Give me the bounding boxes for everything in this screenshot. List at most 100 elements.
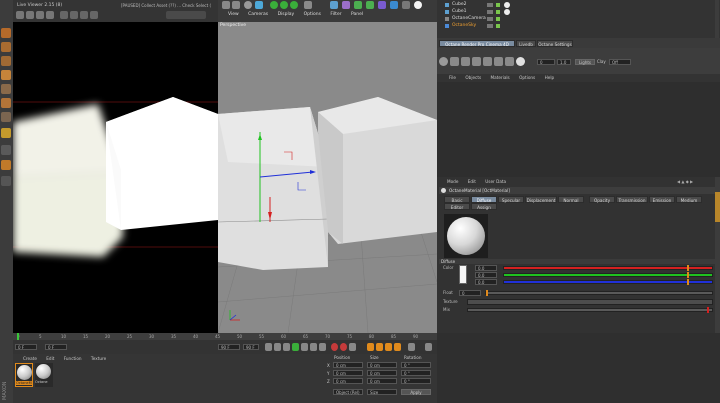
play-icon[interactable] [292, 343, 299, 351]
timeline[interactable]: 0 5 10 15 20 25 30 35 40 45 50 55 60 65 … [13, 333, 437, 340]
record-icon[interactable] [331, 343, 338, 351]
go-start-icon[interactable] [265, 343, 272, 351]
material-tag-icon[interactable] [504, 9, 510, 15]
pause-icon[interactable] [461, 57, 470, 66]
z-axis-icon[interactable] [290, 1, 298, 9]
restart-render-icon[interactable] [26, 11, 34, 19]
size-z-field[interactable]: 0 cm [367, 378, 397, 384]
checkmark-icon[interactable] [496, 3, 500, 7]
coord-mode-dropdown[interactable]: Object (Rel) [333, 389, 363, 395]
material-preview[interactable] [444, 214, 488, 258]
undo-icon[interactable] [222, 1, 230, 9]
visibility-dots-icon[interactable] [487, 24, 493, 28]
camera-icon[interactable] [402, 1, 410, 9]
clay-icon[interactable] [516, 57, 525, 66]
go-end-icon[interactable] [319, 343, 326, 351]
start-frame-field[interactable]: 0 F [15, 344, 37, 350]
tab-opacity[interactable]: Opacity [589, 196, 615, 203]
menu-filter[interactable]: Filter [330, 12, 341, 17]
menu-options[interactable]: Options [304, 12, 321, 17]
menu-user-data[interactable]: User Data [485, 179, 506, 184]
pos-x-field[interactable]: 0 cm [333, 362, 363, 368]
object-row-sky[interactable]: OctaneSky [441, 23, 711, 30]
stop-render-icon[interactable] [46, 11, 54, 19]
axis-mode-icon[interactable] [1, 145, 11, 155]
pos-z-field[interactable]: 0 cm [333, 378, 363, 384]
tab-editor[interactable]: Editor [444, 203, 470, 210]
visibility-dots-icon[interactable] [487, 17, 493, 21]
menu-create[interactable]: Create [23, 356, 37, 361]
object-row-cube1[interactable]: Cube1 [441, 9, 711, 16]
menu-help[interactable]: Help [545, 75, 555, 80]
color-g-field[interactable]: 0.0 [475, 272, 497, 278]
points-mode-icon[interactable] [1, 84, 11, 94]
rotate-tool-icon[interactable] [1, 56, 11, 66]
menu-display[interactable]: Display [278, 12, 295, 17]
nurbs-icon[interactable] [354, 1, 362, 9]
green-slider[interactable] [503, 273, 713, 277]
render-view-icon[interactable] [304, 1, 312, 9]
polygons-mode-icon[interactable] [1, 112, 11, 122]
color-swatch[interactable] [459, 265, 467, 284]
pla-key-icon[interactable] [408, 343, 415, 351]
prev-key-icon[interactable] [274, 343, 281, 351]
nav-arrows[interactable]: ◀ ▲ ◆ ▶ [677, 179, 705, 184]
material-swatch-1[interactable]: OctaneM [15, 363, 33, 387]
autokey-icon[interactable] [340, 343, 347, 351]
picker-icon[interactable] [80, 11, 88, 19]
tab-medium[interactable]: Medium [676, 196, 702, 203]
tab-basic[interactable]: Basic [444, 196, 470, 203]
blue-slider-handle[interactable] [687, 279, 689, 285]
mix-slider[interactable] [467, 308, 713, 312]
edges-mode-icon[interactable] [1, 98, 11, 108]
menu-options[interactable]: Options [519, 75, 535, 80]
move-tool-icon[interactable] [1, 28, 11, 38]
menu-view[interactable]: View [228, 12, 239, 17]
prev-frame-icon[interactable] [283, 343, 290, 351]
menu-file[interactable]: File [449, 75, 456, 80]
mix-slider-handle[interactable] [707, 307, 709, 313]
cube-object-icon[interactable] [330, 1, 338, 9]
clay-dropdown[interactable]: Off [609, 59, 631, 65]
send-icon[interactable] [439, 57, 448, 66]
settings-icon[interactable] [483, 57, 492, 66]
reload-icon[interactable] [450, 57, 459, 66]
checkmark-icon[interactable] [496, 24, 500, 28]
material-swatch-2[interactable]: Octane [35, 363, 53, 387]
scale-tool-icon[interactable] [1, 42, 11, 52]
y-axis-icon[interactable] [280, 1, 288, 9]
green-slider-handle[interactable] [687, 272, 689, 278]
object-row-cube2[interactable]: Cube2 [441, 2, 711, 9]
menu-objects[interactable]: Objects [465, 75, 481, 80]
channel-select-icon[interactable] [166, 11, 206, 19]
x-axis-icon[interactable] [270, 1, 278, 9]
next-key-icon[interactable] [310, 343, 317, 351]
current-frame-field[interactable]: 0 F [45, 344, 67, 350]
region-render-icon[interactable] [60, 11, 68, 19]
size-y-field[interactable]: 0 cm [367, 370, 397, 376]
deformer-icon[interactable] [378, 1, 386, 9]
tab-displacement[interactable]: Displacement [525, 196, 557, 203]
tab-specular[interactable]: Specular [498, 196, 524, 203]
attr-scrollbar[interactable] [715, 177, 720, 333]
checkmark-icon[interactable] [496, 17, 500, 21]
lock-res-icon[interactable] [505, 57, 514, 66]
red-slider-handle[interactable] [687, 265, 689, 271]
tab-normal[interactable]: Normal [558, 196, 584, 203]
menu-panel[interactable]: Panel [351, 12, 363, 17]
menu-edit[interactable]: Edit [46, 356, 54, 361]
zoom-icon[interactable] [90, 11, 98, 19]
model-mode-icon[interactable] [1, 70, 11, 80]
redo-icon[interactable] [232, 1, 240, 9]
next-frame-icon[interactable] [301, 343, 308, 351]
live-viewer-render[interactable] [13, 22, 218, 333]
visibility-dots-icon[interactable] [487, 3, 493, 7]
tab-octane-settings[interactable]: Octane Settings [537, 40, 573, 47]
region-icon[interactable] [494, 57, 503, 66]
param-key-icon[interactable] [394, 343, 401, 351]
stop-icon[interactable] [472, 57, 481, 66]
tab-assign[interactable]: Assign [471, 203, 497, 210]
visibility-dots-icon[interactable] [487, 10, 493, 14]
rot-z-field[interactable]: 0 ° [401, 378, 431, 384]
scene-icon[interactable] [390, 1, 398, 9]
